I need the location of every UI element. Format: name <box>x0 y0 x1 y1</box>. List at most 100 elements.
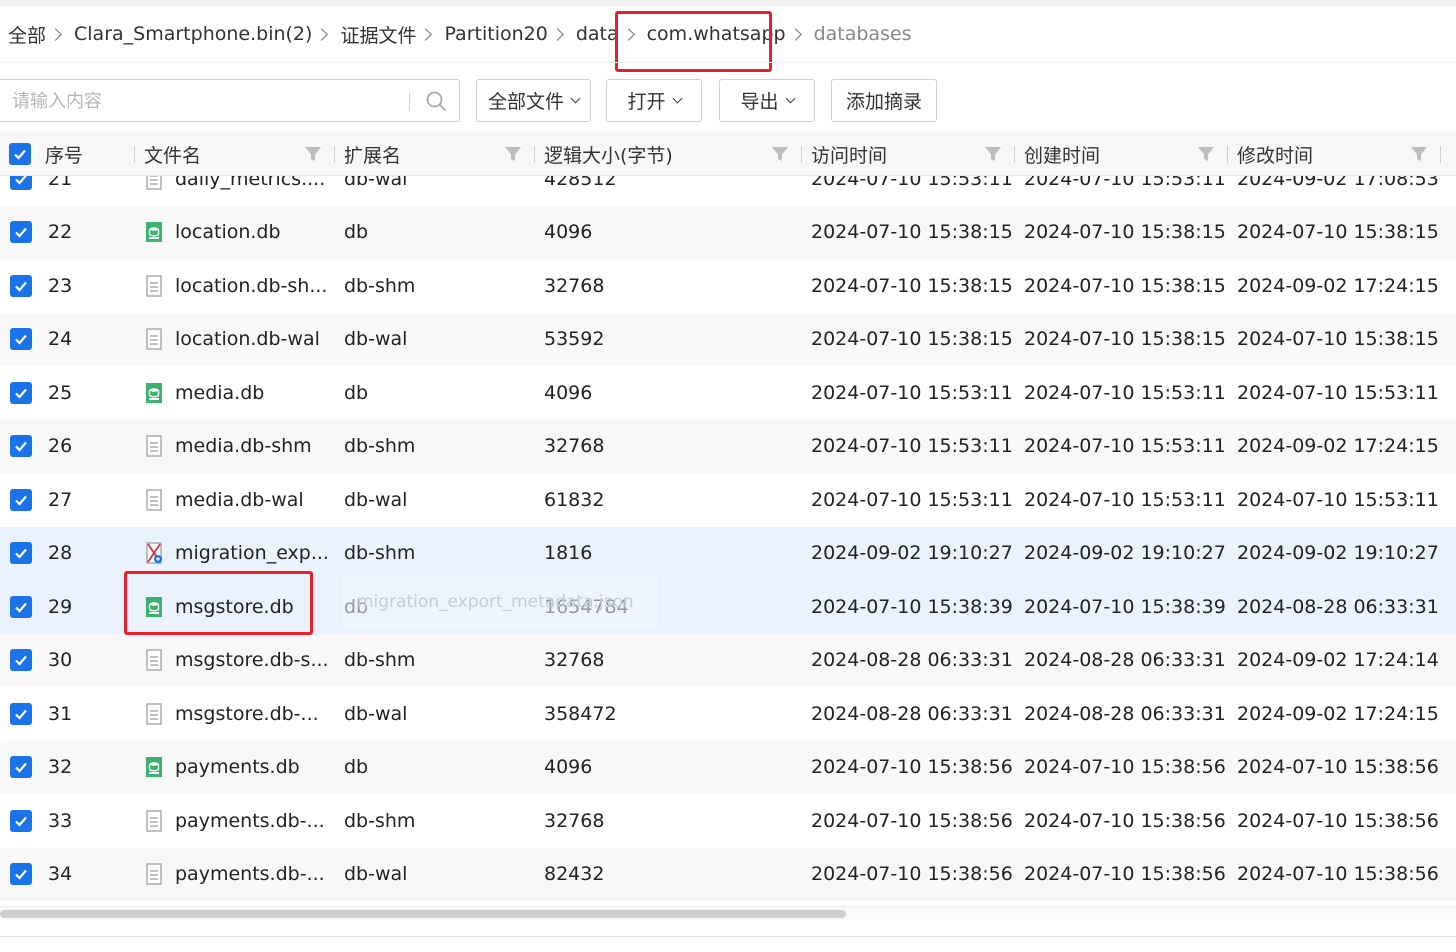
add-excerpt-button[interactable]: 添加摘录 <box>831 79 937 122</box>
row-checkbox[interactable] <box>10 274 32 297</box>
cell-name[interactable]: media.db <box>145 366 264 420</box>
cell-mtime: 2024-07-10 15:53:11 <box>1237 381 1439 404</box>
cell-name[interactable]: msgstore.db-... <box>145 687 319 741</box>
column-header-mtime[interactable]: 修改时间 <box>1227 132 1313 176</box>
doc-icon <box>146 489 162 511</box>
filter-icon[interactable] <box>1197 145 1215 163</box>
row-checkbox[interactable] <box>10 809 32 832</box>
table-row[interactable]: daily_metrics.... 21 db-wal 428512 2024-07-1… <box>0 176 1456 206</box>
search-input[interactable] <box>12 89 402 113</box>
table-row[interactable]: location.db-sh... 23 db-shm 32768 2024-07-10… <box>0 259 1456 313</box>
export-button[interactable]: 导出 <box>719 79 815 122</box>
table-row[interactable]: location.db 22 db 4096 2024-07-10 15:38:15 20… <box>0 205 1456 260</box>
breadcrumb-item-data[interactable]: data <box>576 23 619 45</box>
cell-name[interactable]: daily_metrics.... <box>145 176 325 206</box>
row-checkbox[interactable] <box>10 595 32 618</box>
table-row[interactable]: media.db-wal 27 db-wal 61832 2024-07-10 15:5… <box>0 473 1456 527</box>
scrollbar-thumb[interactable] <box>0 910 846 918</box>
cell-name[interactable]: msgstore.db <box>145 580 294 634</box>
cell-size: 82432 <box>544 863 605 886</box>
breadcrumb-item-whatsapp[interactable]: com.whatsapp <box>647 23 786 45</box>
breadcrumb-item-partition[interactable]: Partition20 <box>444 23 547 45</box>
checkmark-icon <box>15 335 27 345</box>
breadcrumb: 全部 Clara_Smartphone.bin(2) 证据文件 Partitio… <box>0 0 1456 62</box>
search-icon[interactable] <box>425 90 447 112</box>
chevron-right-icon <box>315 27 329 41</box>
cell-name[interactable]: msgstore.db-s... <box>145 634 329 688</box>
cell-name[interactable]: location.db-wal <box>145 313 320 367</box>
cell-checkbox <box>10 473 32 527</box>
column-header-name[interactable]: 文件名 <box>134 132 201 176</box>
table-row[interactable]: payments.db-... 33 db-shm 32768 2024-07-10 1… <box>0 794 1456 848</box>
filter-icon[interactable] <box>504 145 522 163</box>
column-header-ctime[interactable]: 创建时间 <box>1014 132 1100 176</box>
cell-mtime: 2024-07-10 15:38:56 <box>1237 809 1439 832</box>
table-row[interactable]: migration_exp... 28 db-shm 1816 2024-09-02 1… <box>0 526 1456 581</box>
filter-icon[interactable] <box>984 145 1002 163</box>
row-checkbox[interactable] <box>10 328 32 351</box>
cell-name[interactable]: location.db <box>145 206 281 260</box>
row-checkbox[interactable] <box>10 435 32 458</box>
file-filter-label: 全部文件 <box>487 91 564 113</box>
checkmark-icon <box>15 709 27 720</box>
table-row[interactable]: payments.db-... 34 db-wal 82432 2024-07-10 1… <box>0 847 1456 902</box>
filter-icon[interactable] <box>771 145 789 163</box>
column-header-atime[interactable]: 访问时间 <box>801 132 888 176</box>
select-all-checkbox[interactable] <box>9 143 31 165</box>
cell-name[interactable]: payments.db-... <box>145 794 325 848</box>
cell-name[interactable]: location.db-sh... <box>145 259 327 313</box>
row-checkbox[interactable] <box>10 756 32 779</box>
breadcrumb-item-all[interactable]: 全部 <box>8 21 46 48</box>
cell-mtime: 2024-09-02 17:24:15 <box>1237 702 1439 725</box>
chevron-down-icon <box>570 93 581 103</box>
doc-icon <box>146 435 162 457</box>
cell-mtime: 2024-07-10 15:38:15 <box>1237 328 1439 351</box>
cell-checkbox <box>10 176 32 206</box>
cell-size: 4096 <box>544 381 593 404</box>
open-button[interactable]: 打开 <box>606 79 702 122</box>
table-row[interactable]: msgstore.db-... 31 db-wal 358472 2024-08-28 … <box>0 687 1456 741</box>
table-row[interactable]: msgstore.db 29 db 1654784 2024-07-10 15:38:3… <box>0 580 1456 634</box>
cell-atime: 2024-07-10 15:38:15 <box>811 328 1013 351</box>
table-row[interactable]: media.db 25 db 4096 2024-07-10 15:53:11 2024-… <box>0 366 1456 420</box>
filter-icon[interactable] <box>304 145 322 163</box>
table-row[interactable]: payments.db 32 db 4096 2024-07-10 15:38:56 20… <box>0 740 1456 795</box>
row-checkbox[interactable] <box>10 702 32 725</box>
cell-name[interactable]: media.db-wal <box>145 473 304 527</box>
table-row[interactable]: media.db-shm 26 db-shm 32768 2024-07-10 15:5… <box>0 419 1456 474</box>
cell-ctime: 2024-07-10 15:53:11 <box>1024 435 1226 458</box>
column-header-no[interactable]: 序号 <box>45 132 83 176</box>
cell-name[interactable]: payments.db <box>145 741 300 795</box>
column-divider <box>334 146 335 163</box>
column-divider <box>1227 146 1228 163</box>
row-checkbox[interactable] <box>10 488 32 511</box>
row-checkbox[interactable] <box>10 649 32 672</box>
row-checkbox[interactable] <box>10 542 32 565</box>
column-label: 访问时间 <box>811 144 888 167</box>
filter-icon[interactable] <box>1410 145 1428 163</box>
cell-ctime: 2024-07-10 15:38:15 <box>1024 328 1226 351</box>
file-name: migration_exp... <box>175 542 329 565</box>
chevron-right-icon <box>49 27 62 41</box>
column-header-size[interactable]: 逻辑大小(字节) <box>534 132 673 176</box>
breadcrumb-item-evidence[interactable]: 证据文件 <box>340 21 416 48</box>
row-checkbox[interactable] <box>10 176 32 190</box>
cell-atime: 2024-07-10 15:53:11 <box>811 176 1013 190</box>
breadcrumb-item-image[interactable]: Clara_Smartphone.bin(2) <box>74 23 312 45</box>
table-row[interactable]: location.db-wal 24 db-wal 53592 2024-07-10 1… <box>0 312 1456 367</box>
cell-ext: db <box>344 756 369 779</box>
horizontal-scrollbar[interactable] <box>0 906 1456 920</box>
checkmark-icon <box>15 176 27 185</box>
cell-name[interactable]: payments.db-... <box>145 848 325 902</box>
table-row[interactable]: msgstore.db-s... 30 db-shm 32768 2024-08-28 … <box>0 633 1456 688</box>
row-checkbox[interactable] <box>10 381 32 404</box>
cell-ctime: 2024-07-10 15:38:56 <box>1024 756 1226 779</box>
file-filter-dropdown[interactable]: 全部文件 <box>476 79 591 122</box>
row-checkbox[interactable] <box>10 863 32 886</box>
column-header-ext[interactable]: 扩展名 <box>334 132 401 176</box>
row-checkbox[interactable] <box>10 221 32 244</box>
cell-name[interactable]: media.db-shm <box>145 420 312 474</box>
cell-ctime: 2024-07-10 15:38:56 <box>1024 863 1226 886</box>
cell-checkbox <box>10 206 32 260</box>
cell-name[interactable]: migration_exp... <box>145 527 329 581</box>
